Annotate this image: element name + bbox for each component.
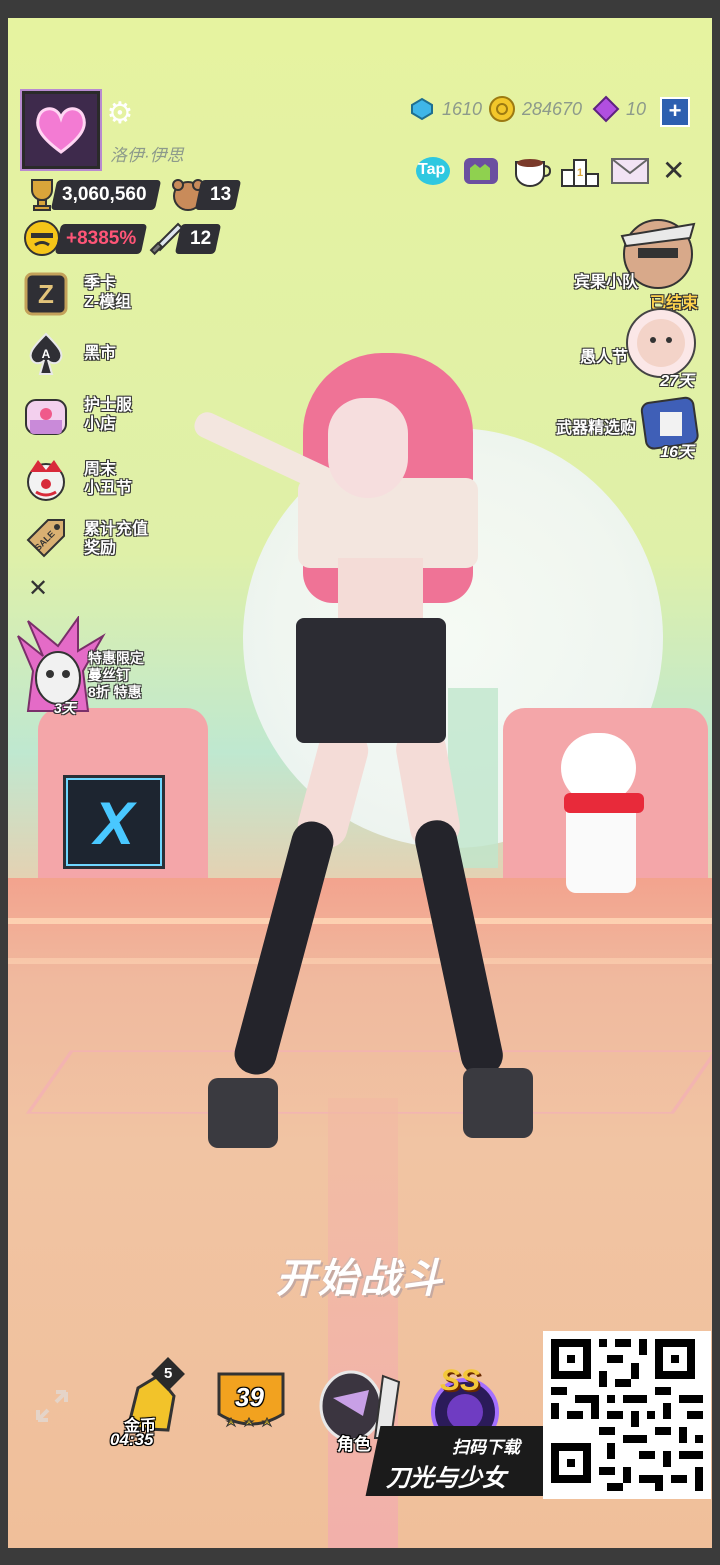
player-level: 39 <box>235 1382 264 1412</box>
svg-text:A: A <box>42 347 51 361</box>
leaderboard-podium-icon[interactable]: 1 <box>560 154 599 188</box>
x-mode-icon: X <box>91 790 138 857</box>
coin-icon <box>488 95 516 123</box>
game-screen: ⚙ 洛伊·伊思 3,060,560 13 +8385% 12 Z 季卡 Z-模组… <box>8 18 712 1548</box>
tap-button[interactable]: Tap <box>414 154 452 188</box>
gem-icon <box>408 95 436 123</box>
character-shoe <box>208 1078 278 1148</box>
crystal-count: 10 <box>626 99 647 119</box>
clown-icon <box>22 456 70 504</box>
tap-label: Tap <box>418 161 446 178</box>
event-april-fools-label: 愚人节 <box>579 349 628 366</box>
crystal-icon <box>592 95 620 123</box>
event-weapon-selection-days: 16天 <box>660 444 694 461</box>
nurse-shop-icon <box>22 392 70 440</box>
gem-count: 1610 <box>442 99 483 119</box>
promo-line1: 特惠限定 <box>88 650 144 666</box>
promo-days: 3天 <box>54 700 76 716</box>
event-weapon-selection-label: 武器精选购 <box>555 420 636 437</box>
gold-reward-button[interactable]: 5 金币 04:35 <box>108 1357 188 1468</box>
svg-text:X: X <box>91 790 138 857</box>
close-top-bar-icon[interactable]: ✕ <box>662 154 685 187</box>
character-stocking <box>230 816 338 1080</box>
settings-gear-icon[interactable]: ⚙ <box>104 98 136 130</box>
download-qr-code[interactable] <box>543 1331 711 1499</box>
download-line1: 扫码下载 <box>452 1438 520 1457</box>
pet-bear[interactable] <box>556 733 646 893</box>
character-shoe <box>463 1068 533 1138</box>
boost-value: +8385% <box>66 228 137 249</box>
menu-label: 季卡 Z-模组 <box>84 275 132 311</box>
character-stocking <box>411 816 507 1080</box>
expand-arrows-icon[interactable] <box>32 1386 72 1426</box>
trophy-count: 3,060,560 <box>62 184 147 205</box>
menu-label: 护士服 小店 <box>84 397 133 433</box>
svg-text:1: 1 <box>577 167 583 179</box>
player-avatar[interactable] <box>22 91 100 169</box>
event-april-fools-days: 27天 <box>660 373 694 390</box>
bear-count: 13 <box>210 184 232 205</box>
collapse-menu-close-icon[interactable]: ✕ <box>28 574 48 603</box>
player-character[interactable] <box>148 348 548 1178</box>
character-label: 角色 <box>337 1435 371 1454</box>
promo-line2: 蔓丝钉 <box>88 667 130 683</box>
add-currency-button[interactable]: + <box>660 97 690 127</box>
mail-envelope-icon[interactable] <box>610 154 649 188</box>
svg-text:Z: Z <box>38 279 54 309</box>
menu-label: 累计充值 奖励 <box>84 521 149 557</box>
x-mode-button[interactable]: X <box>63 775 165 869</box>
start-battle-button[interactable]: 开始战斗 <box>8 1246 712 1304</box>
qr-code-icon <box>543 1331 711 1499</box>
character-face <box>328 398 408 498</box>
level-button[interactable]: 39 <box>213 1368 293 1468</box>
sale-tag-icon: SALE <box>22 516 70 564</box>
character-shorts <box>296 618 446 743</box>
spade-ace-icon: A <box>22 330 70 378</box>
gold-timer: 04:35 <box>110 1430 154 1449</box>
z-icon: Z <box>22 270 70 318</box>
coin-count: 284670 <box>522 99 583 119</box>
promo-label[interactable]: 特惠限定 蔓丝钉 8折 特惠 <box>88 650 144 701</box>
rank-label: SS <box>440 1364 481 1397</box>
heart-icon <box>36 107 86 154</box>
menu-label: 周末 小丑节 <box>84 461 133 497</box>
player-name: 洛伊·伊思 <box>110 146 184 165</box>
sword-count: 12 <box>190 228 212 249</box>
castle-icon[interactable] <box>462 154 500 188</box>
menu-label: 黑市 <box>84 345 117 362</box>
promo-line3: 8折 特惠 <box>88 684 142 700</box>
teacup-icon[interactable] <box>512 154 552 188</box>
download-line2: 刀光与少女 <box>386 1465 506 1492</box>
